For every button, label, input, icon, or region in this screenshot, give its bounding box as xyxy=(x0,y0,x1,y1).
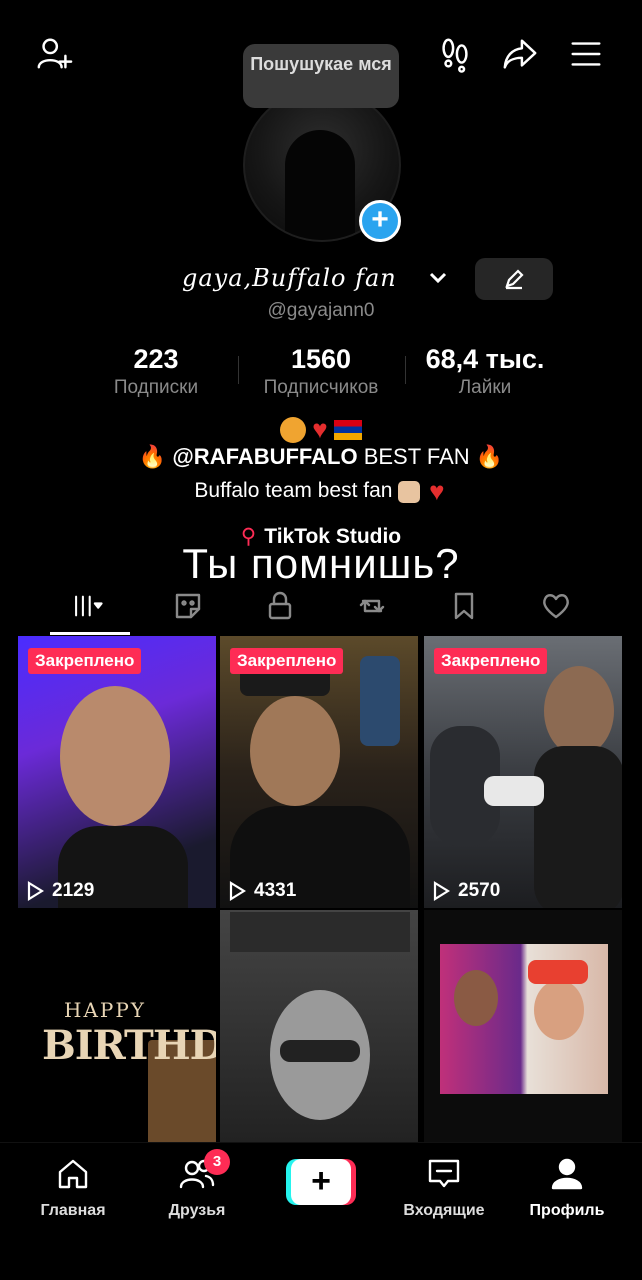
followers-count: 1560 xyxy=(290,344,352,374)
nav-inbox[interactable]: Входящие xyxy=(389,1155,499,1220)
view-count: 2129 xyxy=(26,880,94,902)
heart-emoji-icon: ♥ xyxy=(429,476,445,506)
sticker-icon xyxy=(175,593,201,619)
fist-emoji-icon xyxy=(398,480,421,503)
plus-icon: + xyxy=(291,1159,351,1205)
followers-stat[interactable]: 1560 Подписчиков xyxy=(246,344,396,399)
menu-icon[interactable] xyxy=(564,32,608,76)
tab-stickers[interactable] xyxy=(158,584,218,628)
play-icon xyxy=(433,881,450,901)
video-tile[interactable]: HAPPY BIRTHDAY xyxy=(18,910,216,1142)
likes-count: 68,4 тыс. xyxy=(425,344,545,374)
view-count: 2570 xyxy=(432,880,500,902)
heart-emoji-icon: ♥ xyxy=(312,414,328,444)
pinned-badge: Закреплено xyxy=(230,648,344,674)
nav-friends-label: Друзья xyxy=(168,1202,226,1219)
add-friend-icon[interactable] xyxy=(32,32,76,76)
heart-icon xyxy=(543,594,569,619)
bookmark-icon xyxy=(454,592,474,620)
fire-emoji-icon: 🔥 xyxy=(138,444,167,469)
chevron-down-icon[interactable] xyxy=(426,266,450,290)
inbox-icon xyxy=(428,1159,460,1188)
bio-text: Buffalo team best fan xyxy=(194,479,399,503)
bottom-navigation: Главная 3 Друзья + Входящие Профиль xyxy=(0,1142,642,1280)
followers-label: Подписчиков xyxy=(263,377,379,398)
birthday-small-text: HAPPY xyxy=(64,998,147,1022)
video-tile[interactable] xyxy=(424,910,622,1142)
following-stat[interactable]: 223 Подписки xyxy=(94,344,218,399)
divider xyxy=(238,356,239,384)
following-count: 223 xyxy=(133,344,179,374)
video-grid: Закреплено 2129 Закреплено 4331 Закрепле… xyxy=(14,636,630,1142)
pencil-icon xyxy=(505,269,524,290)
play-icon xyxy=(27,881,44,901)
share-icon[interactable] xyxy=(498,32,542,76)
nav-home-label: Главная xyxy=(40,1202,106,1219)
fire-emoji-icon: 🔥 xyxy=(475,444,504,469)
tab-liked[interactable] xyxy=(526,584,586,628)
video-tile[interactable]: Закреплено 2570 xyxy=(424,636,622,908)
bio-mention-link[interactable]: @RAFABUFFALO xyxy=(172,444,357,469)
profile-tabs xyxy=(0,584,642,636)
home-icon xyxy=(58,1159,88,1189)
pinned-badge: Закреплено xyxy=(434,648,548,674)
likes-label: Лайки xyxy=(458,377,512,398)
lion-emoji-icon xyxy=(280,416,307,443)
video-tile[interactable] xyxy=(220,910,418,1142)
view-count: 4331 xyxy=(228,880,296,902)
create-button[interactable]: + xyxy=(286,1159,356,1205)
active-tab-indicator xyxy=(50,632,130,635)
divider xyxy=(405,356,406,384)
edit-profile-button[interactable] xyxy=(475,258,553,300)
nav-home[interactable]: Главная xyxy=(18,1155,128,1220)
footprints-icon[interactable] xyxy=(433,32,477,76)
nav-profile-label: Профиль xyxy=(529,1202,605,1219)
profile-icon xyxy=(551,1158,583,1190)
display-name[interactable]: gaya,Buffalo fan xyxy=(182,264,397,292)
tab-private[interactable] xyxy=(250,584,310,628)
repost-icon xyxy=(359,599,385,613)
video-tile[interactable]: Закреплено 4331 xyxy=(220,636,418,908)
pinned-badge: Закреплено xyxy=(28,648,142,674)
nav-friends[interactable]: 3 Друзья xyxy=(142,1149,252,1220)
bio-line-2: 🔥 @RAFABUFFALO BEST FAN 🔥 xyxy=(0,444,642,470)
tab-reposts[interactable] xyxy=(342,584,402,628)
bio-line-3: Buffalo team best fan ♥ xyxy=(0,476,642,507)
video-tile[interactable]: Закреплено 2129 xyxy=(18,636,216,908)
following-label: Подписки xyxy=(113,377,199,398)
lock-icon xyxy=(268,591,292,620)
birthday-big-text: BIRTHDAY xyxy=(42,1022,216,1069)
likes-stat[interactable]: 68,4 тыс. Лайки xyxy=(410,344,560,399)
tab-saved[interactable] xyxy=(434,584,494,628)
bio-text: BEST FAN xyxy=(357,444,476,469)
nav-profile[interactable]: Профиль xyxy=(512,1155,622,1220)
armenia-flag-icon xyxy=(333,419,362,440)
add-avatar-button[interactable]: + xyxy=(359,200,401,242)
nav-inbox-label: Входящие xyxy=(403,1202,485,1219)
overlay-caption: Ты помнишь? xyxy=(182,540,460,587)
status-tooltip[interactable]: Пошушукае мся xyxy=(243,44,399,108)
username: @gayajann0 xyxy=(267,300,375,321)
friends-badge: 3 xyxy=(204,1149,230,1175)
grid-icon xyxy=(75,595,103,617)
play-icon xyxy=(229,881,246,901)
bio-emoji-line: ♥ xyxy=(0,414,642,444)
tab-videos[interactable] xyxy=(58,584,118,628)
